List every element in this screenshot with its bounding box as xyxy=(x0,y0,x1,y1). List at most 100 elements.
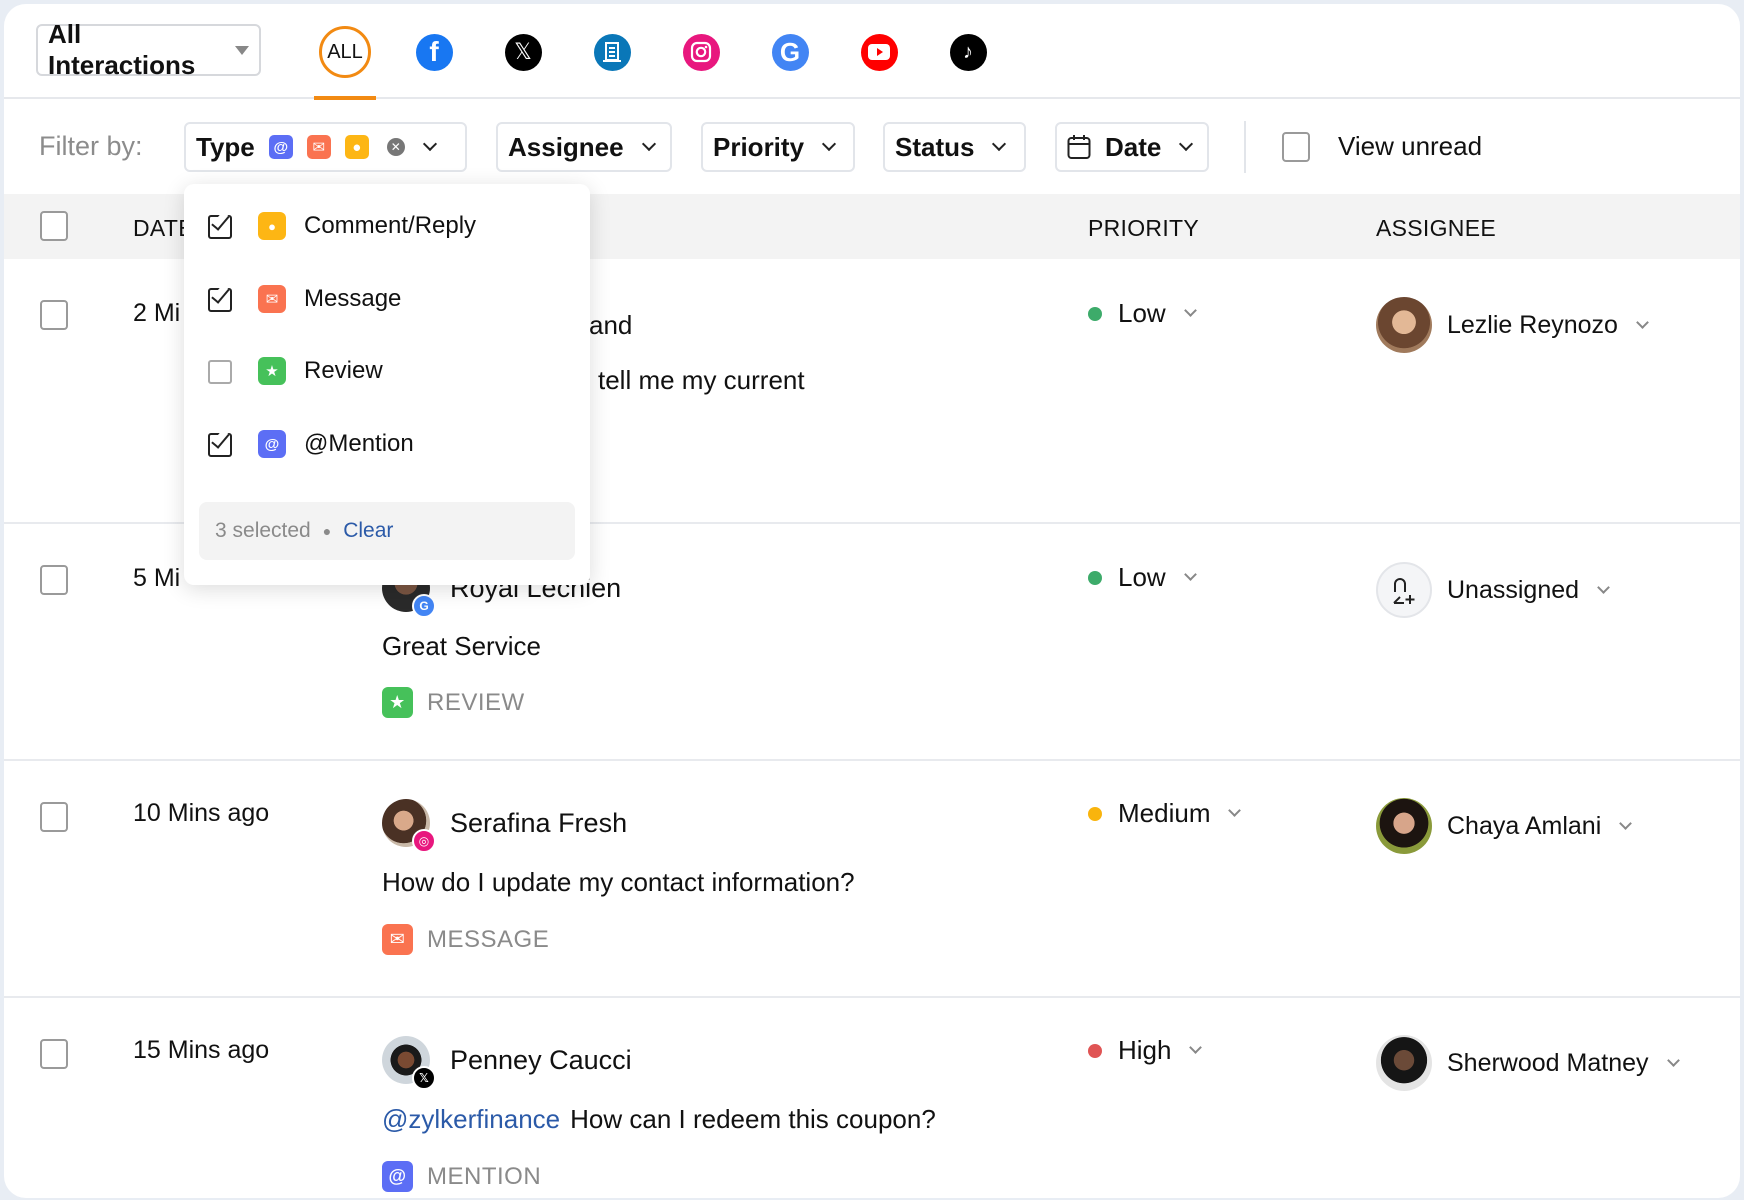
priority-label: Low xyxy=(1118,562,1166,592)
checkbox-checked[interactable] xyxy=(208,284,236,313)
assignee-filter-label: Assignee xyxy=(508,131,624,162)
assignee-select[interactable]: Unassigned xyxy=(1376,562,1610,618)
mention-link[interactable]: @zylkerfinance xyxy=(382,1104,560,1134)
assignee-name: Sherwood Matney xyxy=(1447,1048,1649,1077)
filter-bar: Filter by: Type @ ✉ ● ✕ Assignee Priorit… xyxy=(4,101,1740,193)
tab-tiktok[interactable]: ♪ xyxy=(942,26,994,78)
date-filter[interactable]: Date xyxy=(1055,122,1209,172)
chevron-down-icon xyxy=(1597,580,1610,594)
option-label: Message xyxy=(304,285,402,312)
table-row[interactable]: 10 Mins ago ◎ Serafina Fresh How do I up… xyxy=(4,761,1740,998)
contact[interactable]: ◎ Serafina Fresh xyxy=(382,799,627,853)
priority-dot xyxy=(1088,806,1102,821)
view-unread-checkbox[interactable] xyxy=(1282,131,1310,162)
tab-business[interactable] xyxy=(586,26,638,78)
chevron-down-icon xyxy=(992,136,1007,152)
caret-down-icon xyxy=(235,45,249,55)
assignee-select[interactable]: Lezlie Reynozo xyxy=(1376,297,1649,353)
row-checkbox[interactable] xyxy=(40,300,68,330)
comment-icon: ● xyxy=(344,135,369,159)
tab-youtube[interactable] xyxy=(853,26,905,78)
priority-select[interactable]: High xyxy=(1088,1035,1203,1066)
x-icon: 𝕏 xyxy=(504,33,542,71)
interaction-type: @ MENTION xyxy=(382,1161,541,1192)
dropdown-option-mention[interactable]: @ @Mention xyxy=(208,429,414,458)
x-icon: 𝕏 xyxy=(412,1066,436,1090)
priority-label: Low xyxy=(1118,298,1166,328)
clear-selection-link[interactable]: Clear xyxy=(343,519,393,543)
clear-type-icon[interactable]: ✕ xyxy=(386,138,405,156)
type-filter[interactable]: Type @ ✉ ● ✕ xyxy=(184,122,467,172)
instagram-icon xyxy=(682,33,720,71)
tab-all-channels[interactable]: ALL xyxy=(314,26,376,100)
row-message: Great Service xyxy=(382,631,541,661)
building-icon xyxy=(593,33,631,71)
avatar xyxy=(1376,798,1432,854)
chevron-down-icon xyxy=(1183,568,1197,581)
priority-filter[interactable]: Priority xyxy=(701,122,855,172)
assignee-name: Unassigned xyxy=(1447,575,1580,604)
checkbox-unchecked[interactable] xyxy=(208,357,236,385)
type-filter-label: Type xyxy=(196,131,255,162)
assignee-name: Chaya Amlani xyxy=(1447,811,1602,840)
checkbox-checked[interactable] xyxy=(208,211,236,240)
row-date: 2 Mi xyxy=(133,299,181,327)
row-checkbox[interactable] xyxy=(40,565,68,595)
assignee-name: Lezlie Reynozo xyxy=(1447,310,1618,339)
row-date: 15 Mins ago xyxy=(133,1036,270,1064)
dropdown-option-message[interactable]: ✉ Message xyxy=(208,284,402,313)
interaction-type-label: MENTION xyxy=(427,1162,542,1190)
priority-dot xyxy=(1088,306,1102,321)
priority-select[interactable]: Low xyxy=(1088,562,1197,593)
contact[interactable]: 𝕏 Penney Caucci xyxy=(382,1036,632,1090)
view-unread-toggle[interactable]: View unread xyxy=(1282,131,1482,162)
row-message: How do I update my contact information? xyxy=(382,867,855,897)
assignee-select[interactable]: Chaya Amlani xyxy=(1376,798,1633,854)
row-checkbox[interactable] xyxy=(40,802,68,832)
selected-count: 3 selected xyxy=(215,519,311,542)
tab-facebook[interactable]: f xyxy=(408,26,460,78)
chevron-down-icon xyxy=(422,136,437,152)
tiktok-icon: ♪ xyxy=(949,33,987,71)
priority-select[interactable]: Medium xyxy=(1088,798,1242,829)
tab-x[interactable]: 𝕏 xyxy=(497,26,549,78)
channel-bar: All Interactions ALL f 𝕏 G ♪ xyxy=(4,4,1740,100)
google-icon: G xyxy=(412,594,436,618)
select-all-checkbox[interactable] xyxy=(40,211,68,241)
option-label: Review xyxy=(304,357,383,384)
assignee-filter[interactable]: Assignee xyxy=(496,122,672,172)
chevron-down-icon xyxy=(1666,1053,1680,1067)
star-icon: ★ xyxy=(258,357,286,385)
dropdown-option-review[interactable]: ★ Review xyxy=(208,357,383,385)
chevron-down-icon xyxy=(1183,304,1197,317)
envelope-icon: ✉ xyxy=(382,924,413,955)
priority-dot xyxy=(1088,1043,1102,1058)
date-filter-label: Date xyxy=(1105,131,1162,162)
comment-icon: ● xyxy=(258,212,286,240)
tab-google[interactable]: G xyxy=(764,26,816,78)
assignee-select[interactable]: Sherwood Matney xyxy=(1376,1035,1680,1091)
checkbox-checked[interactable] xyxy=(208,429,236,458)
tab-instagram[interactable] xyxy=(675,26,727,78)
view-select[interactable]: All Interactions xyxy=(36,19,261,80)
google-icon: G xyxy=(771,33,809,71)
envelope-icon: ✉ xyxy=(258,285,286,313)
interaction-type-label: REVIEW xyxy=(427,688,525,716)
status-filter[interactable]: Status xyxy=(883,122,1026,172)
interactions-panel: All Interactions ALL f 𝕏 G ♪ Filter by: … xyxy=(4,4,1740,1198)
column-priority[interactable]: PRIORITY xyxy=(1088,215,1199,242)
interaction-type-label: MESSAGE xyxy=(427,925,550,953)
row-checkbox[interactable] xyxy=(40,1039,68,1069)
instagram-icon: ◎ xyxy=(412,829,436,853)
chevron-down-icon xyxy=(821,136,837,152)
interaction-type: ★ REVIEW xyxy=(382,687,525,718)
table-row[interactable]: 15 Mins ago 𝕏 Penney Caucci @zylkerfinan… xyxy=(4,998,1740,1198)
at-icon: @ xyxy=(258,430,286,458)
channel-tabs: ALL f 𝕏 G ♪ xyxy=(314,26,1031,100)
avatar xyxy=(1376,1035,1432,1091)
dropdown-option-comment[interactable]: ● Comment/Reply xyxy=(208,211,476,240)
priority-select[interactable]: Low xyxy=(1088,298,1197,329)
status-filter-label: Status xyxy=(895,131,975,162)
column-assignee[interactable]: ASSIGNEE xyxy=(1376,215,1496,242)
message-text: How can I redeem this coupon? xyxy=(570,1104,936,1134)
